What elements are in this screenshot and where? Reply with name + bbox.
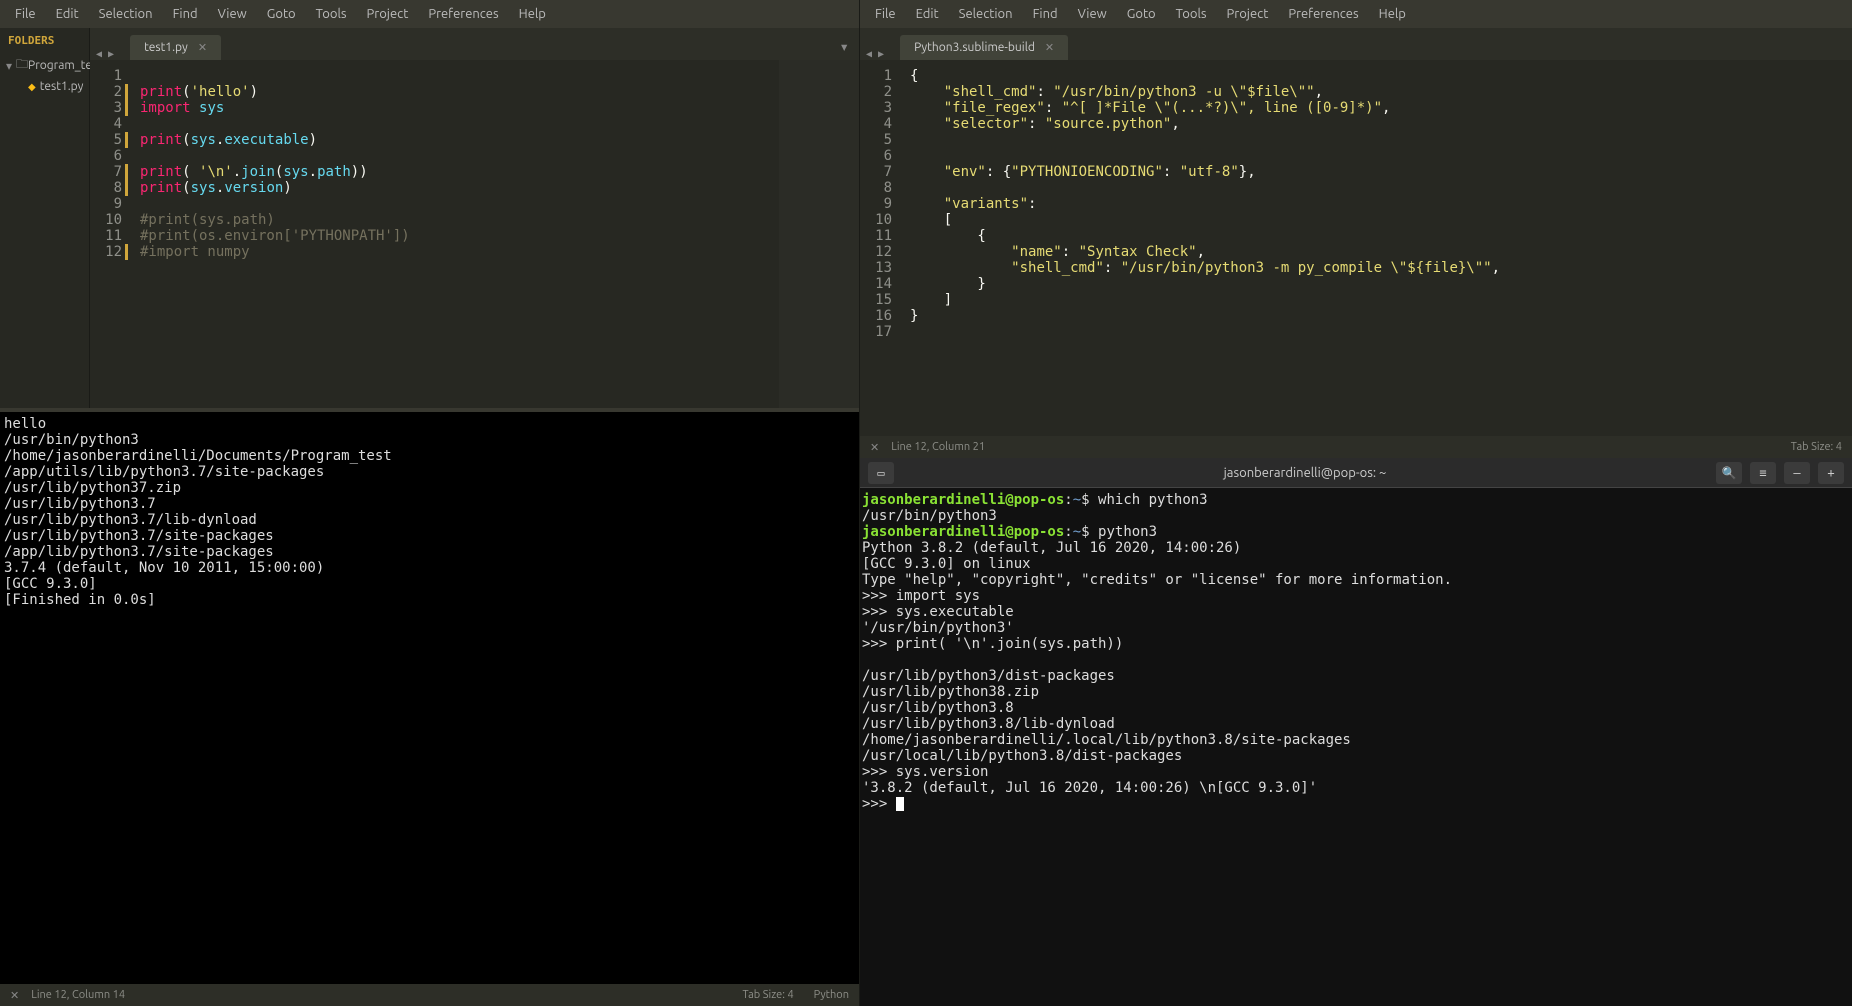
menu-view[interactable]: View [208,3,257,25]
menu-file[interactable]: File [5,3,46,25]
menu-preferences[interactable]: Preferences [1278,3,1368,25]
cursor-position-right: Line 12, Column 21 [891,441,985,453]
add-tab-icon[interactable]: + [1818,462,1844,484]
menu-goto[interactable]: Goto [1117,3,1166,25]
tabbar-left: ◀ ▶ test1.py ✕ ▾ [90,28,859,60]
menu-help[interactable]: Help [509,3,556,25]
code-left[interactable]: print('hello') import sys print(sys.exec… [130,60,859,408]
menu-view[interactable]: View [1068,3,1117,25]
terminal-header: ▭ jasonberardinelli@pop-os: ~ 🔍 ≡ — + [860,458,1852,488]
menu-icon[interactable]: ≡ [1750,462,1776,484]
build-output-panel[interactable]: hello /usr/bin/python3 /home/jasonberard… [0,408,859,984]
tab-size[interactable]: Tab Size: 4 [742,989,793,1001]
editor-top-area: FOLDERS ▾ 🗀 Program_tes ◆ test1.py ◀ ▶ t… [0,28,859,408]
tab-dropdown-icon[interactable]: ▾ [829,33,859,60]
menu-selection[interactable]: Selection [89,3,163,25]
sidebar-folder[interactable]: ▾ 🗀 Program_tes [0,53,89,78]
cursor-position: Line 12, Column 14 [31,989,125,1001]
sidebar-file-label: test1.py [40,80,84,93]
gutter-right: 1234567891011121314151617 [860,60,900,436]
syntax-lang[interactable]: Python [814,989,849,1001]
menubar-left: FileEditSelectionFindViewGotoToolsProjec… [0,0,859,28]
minimize-icon[interactable]: — [1784,462,1810,484]
tab-label-right: Python3.sublime-build [914,41,1035,54]
code-right[interactable]: { "shell_cmd": "/usr/bin/python3 -u \"$f… [900,60,1852,436]
minimap[interactable] [779,60,859,408]
menu-goto[interactable]: Goto [257,3,306,25]
editor-area-right: ◀ ▶ Python3.sublime-build ✕ 123456789101… [860,28,1852,458]
menu-edit[interactable]: Edit [46,3,89,25]
menu-find[interactable]: Find [1023,3,1068,25]
menu-preferences[interactable]: Preferences [418,3,508,25]
new-tab-icon[interactable]: ▭ [868,462,894,484]
terminal-title: jasonberardinelli@pop-os: ~ [902,466,1708,480]
menu-find[interactable]: Find [163,3,208,25]
left-sublime-window: FileEditSelectionFindViewGotoToolsProjec… [0,0,860,1006]
tabbar-right: ◀ ▶ Python3.sublime-build ✕ [860,28,1852,60]
search-icon[interactable]: 🔍 [1716,462,1742,484]
sidebar-header: FOLDERS [0,28,89,53]
editor-area-left: ◀ ▶ test1.py ✕ ▾ 123456789101112 print('… [90,28,859,408]
gutter-left: 123456789101112 [90,60,130,408]
menubar-right: FileEditSelectionFindViewGotoToolsProjec… [860,0,1852,28]
menu-tools[interactable]: Tools [306,3,357,25]
statusbar-right: ✕ Line 12, Column 21 Tab Size: 4 [860,436,1852,458]
close-icon[interactable]: ✕ [198,41,207,54]
sidebar: FOLDERS ▾ 🗀 Program_tes ◆ test1.py [0,28,90,408]
tab-nav-arrows-right[interactable]: ◀ ▶ [860,49,890,60]
tab-nav-arrows[interactable]: ◀ ▶ [90,49,120,60]
python-file-icon: ◆ [28,81,36,93]
sidebar-folder-label: Program_tes [28,59,97,72]
menu-file[interactable]: File [865,3,906,25]
menu-project[interactable]: Project [357,3,419,25]
terminal-body[interactable]: jasonberardinelli@pop-os:~$ which python… [860,488,1852,1006]
tab-size-right[interactable]: Tab Size: 4 [1791,441,1842,453]
tab-build[interactable]: Python3.sublime-build ✕ [900,35,1068,60]
code-area-left[interactable]: 123456789101112 print('hello') import sy… [90,60,859,408]
folder-collapse-icon: ▾ [6,59,12,73]
right-pane: FileEditSelectionFindViewGotoToolsProjec… [860,0,1852,1006]
menu-edit[interactable]: Edit [906,3,949,25]
panel-close-icon[interactable]: ✕ [870,441,879,454]
folder-icon: 🗀 [16,55,28,76]
close-icon[interactable]: ✕ [1045,41,1054,54]
menu-project[interactable]: Project [1217,3,1279,25]
menu-help[interactable]: Help [1369,3,1416,25]
tab-label: test1.py [144,41,188,54]
tab-test1[interactable]: test1.py ✕ [130,35,221,60]
statusbar-left: ✕ Line 12, Column 14 Tab Size: 4 Python [0,984,859,1006]
panel-close-icon[interactable]: ✕ [10,989,19,1002]
menu-selection[interactable]: Selection [949,3,1023,25]
sidebar-file[interactable]: ◆ test1.py [0,78,89,95]
terminal: ▭ jasonberardinelli@pop-os: ~ 🔍 ≡ — + ja… [860,458,1852,1006]
menu-tools[interactable]: Tools [1166,3,1217,25]
code-area-right[interactable]: 1234567891011121314151617 { "shell_cmd":… [860,60,1852,436]
